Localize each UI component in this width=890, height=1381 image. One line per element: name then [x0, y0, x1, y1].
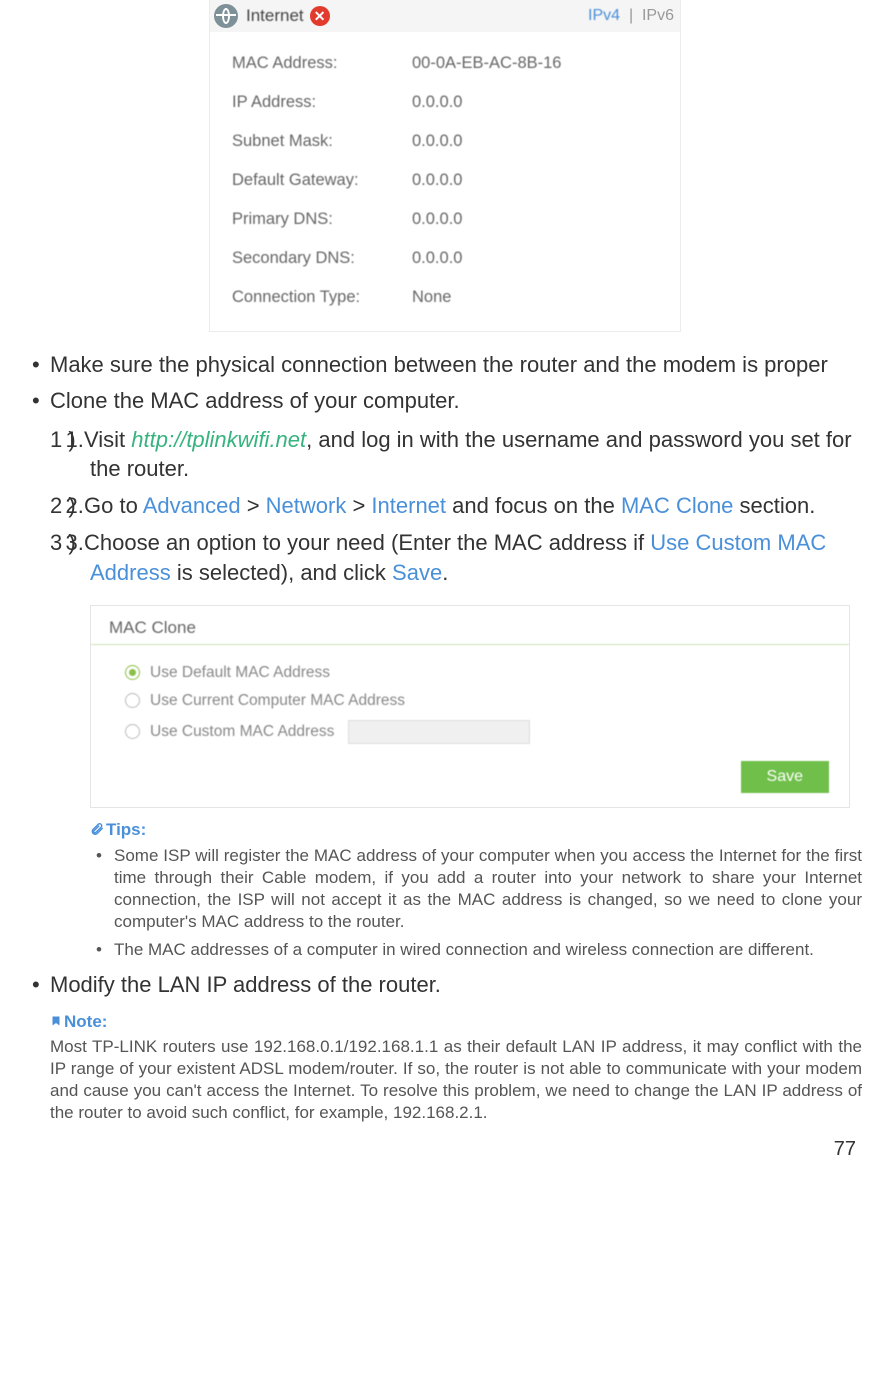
bullet-physical-connection: Make sure the physical connection betwee…	[28, 350, 862, 380]
disconnected-icon: ✕	[310, 6, 330, 26]
ip-version-toggle[interactable]: IPv4 | IPv6	[588, 7, 674, 25]
globe-icon	[214, 4, 238, 28]
bullet-clone-mac: Clone the MAC address of your computer.	[28, 386, 862, 416]
clone-mac-steps: 1 )Visit http://tplinkwifi.net, and log …	[50, 421, 862, 590]
instruction-list-2: Modify the LAN IP address of the router.	[28, 970, 862, 1000]
radio-icon	[125, 693, 140, 708]
tips-header: Tips:	[90, 814, 862, 842]
note-block: Note: Most TP-LINK routers use 192.168.0…	[50, 1006, 862, 1124]
instruction-list: Make sure the physical connection betwee…	[28, 350, 862, 415]
tip-1: Some ISP will register the MAC address o…	[114, 842, 862, 936]
mac-clone-panel: MAC Clone Use Default MAC Address Use Cu…	[90, 605, 850, 808]
ipv6-tab[interactable]: IPv6	[642, 7, 674, 24]
status-header: Internet ✕ IPv4 | IPv6	[210, 0, 680, 32]
row-gateway: Default Gateway:0.0.0.0	[232, 161, 674, 200]
radio-icon	[125, 724, 140, 739]
mac-clone-title: MAC Clone	[91, 606, 849, 645]
tips-block: Tips: Some ISP will register the MAC add…	[90, 814, 862, 964]
tplinkwifi-link[interactable]: http://tplinkwifi.net	[131, 427, 306, 452]
row-sdns: Secondary DNS:0.0.0.0	[232, 239, 674, 278]
status-title: Internet	[246, 6, 304, 26]
internet-status-panel: Internet ✕ IPv4 | IPv6 MAC Address:00-0A…	[209, 0, 681, 332]
custom-mac-input[interactable]	[348, 720, 530, 744]
row-conn: Connection Type:None	[232, 278, 674, 317]
note-header: Note:	[50, 1006, 862, 1036]
note-body: Most TP-LINK routers use 192.168.0.1/192…	[50, 1036, 862, 1124]
save-button[interactable]: Save	[741, 761, 829, 793]
status-rows: MAC Address:00-0A-EB-AC-8B-16 IP Address…	[210, 32, 680, 331]
tip-2: The MAC addresses of a computer in wired…	[114, 936, 862, 964]
row-ip: IP Address:0.0.0.0	[232, 83, 674, 122]
bookmark-icon	[50, 1013, 62, 1033]
radio-current-computer-mac[interactable]: Use Current Computer MAC Address	[125, 687, 849, 715]
row-pdns: Primary DNS:0.0.0.0	[232, 200, 674, 239]
mac-clone-radio-group: Use Default MAC Address Use Current Comp…	[91, 645, 849, 757]
row-mac: MAC Address:00-0A-EB-AC-8B-16	[232, 44, 674, 83]
ipv4-tab[interactable]: IPv4	[588, 7, 620, 24]
step-2: 2 )Go to Advanced > Network > Internet a…	[90, 487, 862, 524]
row-subnet: Subnet Mask:0.0.0.0	[232, 122, 674, 161]
radio-default-mac[interactable]: Use Default MAC Address	[125, 659, 849, 687]
bullet-modify-lan-ip: Modify the LAN IP address of the router.	[28, 970, 862, 1000]
step-3: 3 )Choose an option to your need (Enter …	[90, 524, 862, 590]
paperclip-icon	[90, 821, 104, 841]
step-1: 1 )Visit http://tplinkwifi.net, and log …	[90, 421, 862, 487]
page-number: 77	[28, 1124, 862, 1167]
radio-custom-mac[interactable]: Use Custom MAC Address	[125, 715, 849, 749]
radio-icon	[125, 665, 140, 680]
